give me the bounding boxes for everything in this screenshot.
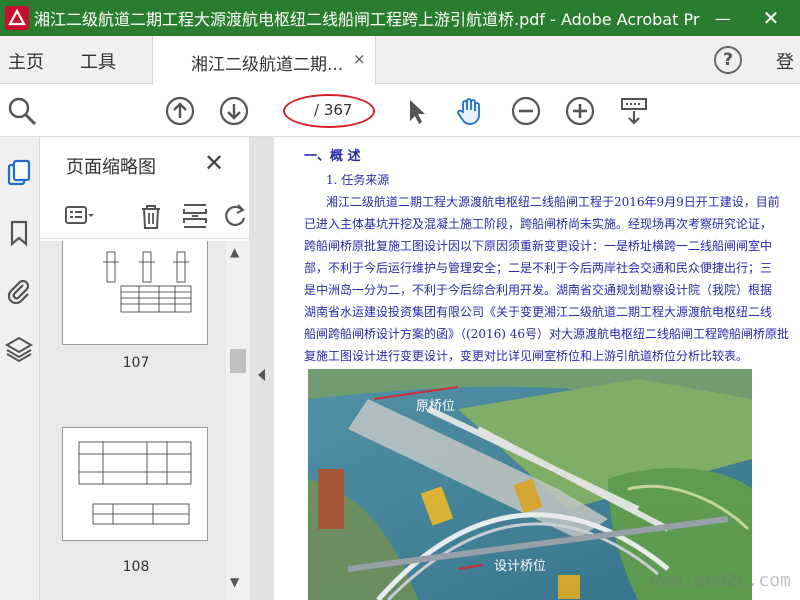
collapse-arrow-icon xyxy=(258,369,265,381)
minimize-button[interactable]: — xyxy=(700,0,746,36)
drawing-thumbnail-icon xyxy=(103,251,192,313)
left-navigation-rail xyxy=(0,137,40,600)
select-cursor-icon[interactable] xyxy=(400,95,432,127)
body-line: 复施工图设计进行变更设计，变更对比详见闸室桥位和上游引航道桥位分析比较表。 xyxy=(304,349,749,363)
thumbnail-list: 107 108 xyxy=(40,241,226,600)
thumbnail-page-number: 107 xyxy=(122,355,150,371)
original-bridge-label: 原桥位 xyxy=(416,399,456,414)
body-line: 船闸跨船闸桥设计方案的函》（(2016) 46号）对大源渡航电枢纽二线船闸工程跨… xyxy=(304,327,789,341)
previous-page-icon[interactable] xyxy=(164,95,196,127)
attachment-icon[interactable] xyxy=(5,277,33,305)
title-bar: 湘江二级航道二期工程大源渡航电枢纽二线船闸工程跨上游引航道桥.pdf - Ado… xyxy=(0,0,800,36)
toolbar: / 367 xyxy=(0,85,800,137)
document-tab-label: 湘江二级航道二期... xyxy=(191,55,344,75)
scroll-down-icon[interactable]: ▼ xyxy=(230,575,239,589)
thumbnail-toolbar xyxy=(40,193,250,239)
body-line: 湘江二级航道二期工程大源渡航电枢纽二线船闸工程于2016年9月9日开工建设，目前 xyxy=(326,195,780,209)
body-line: 已进入主体基坑开挖及混凝土施工阶段，跨船闸桥尚未实施。经现场再次考察研究论证， xyxy=(304,217,773,231)
design-bridge-label: 设计桥位 xyxy=(494,559,547,574)
window-title: 湘江二级航道二期工程大源渡航电枢纽二线船闸工程跨上游引航道桥.pdf - Ado… xyxy=(34,10,700,29)
thumbnail-panel-close-button[interactable]: ✕ xyxy=(204,149,224,177)
document-view: 一、概 述 1. 任务来源 湘江二级航道二期工程大源渡航电枢纽二线船闸工程于20… xyxy=(274,137,800,600)
body-line: 是中洲岛一分为二，不利于今后综合利用开发。湖南省交通规划勘察设计院（我院）根据 xyxy=(304,283,773,297)
close-window-button[interactable]: ✕ xyxy=(748,0,794,36)
menu-tab-row: 主页 工具 湘江二级航道二期... × ? 登 xyxy=(0,36,800,85)
page-thumbnails-icon[interactable] xyxy=(5,159,33,187)
thumbnail-page-108[interactable] xyxy=(62,427,208,541)
signin-button[interactable]: 登 xyxy=(776,48,794,74)
thumbnail-options-icon[interactable] xyxy=(64,201,94,231)
sub-heading: 1. 任务来源 xyxy=(326,173,390,187)
zoom-in-icon[interactable] xyxy=(564,95,596,127)
menu-tools[interactable]: 工具 xyxy=(80,48,116,74)
thumbnail-scrollbar[interactable]: ▲ ▼ xyxy=(226,241,250,600)
body-line: 跨船闸桥原批复施工图设计因以下原因须重新变更设计：一是桥址横跨一二线船闸闸室中 xyxy=(304,239,773,253)
thumbnail-page-107[interactable] xyxy=(62,241,208,345)
page-number-highlight-annotation xyxy=(283,94,375,128)
panel-collapse-handle[interactable] xyxy=(250,137,274,600)
scroll-mode-icon[interactable] xyxy=(618,95,650,127)
delete-page-icon[interactable] xyxy=(136,201,166,231)
scroll-up-icon[interactable]: ▲ xyxy=(230,245,239,259)
bridge-aerial-figure: 原桥位 设计桥位 xyxy=(308,369,752,600)
document-tab[interactable]: 湘江二级航道二期... × xyxy=(152,36,376,85)
body-line: 湖南省水运建设投资集团有限公司《关于变更湘江二级航道二期工程大源渡航电枢纽二线 xyxy=(304,305,773,319)
thumbnail-panel-title: 页面缩略图 xyxy=(66,157,156,178)
bookmark-icon[interactable] xyxy=(5,219,33,247)
next-page-icon[interactable] xyxy=(218,95,250,127)
body-line: 部，不利于今后运行维护与管理安全；二是不利于今后两岸社会交通和民众便捷出行；三 xyxy=(304,261,773,275)
watermark-text: www.ecd2c.com xyxy=(650,570,791,591)
acrobat-logo-icon xyxy=(4,5,30,31)
insert-page-icon[interactable] xyxy=(180,201,210,231)
zoom-out-icon[interactable] xyxy=(510,95,542,127)
rotate-page-icon[interactable] xyxy=(220,201,250,231)
help-icon[interactable]: ? xyxy=(714,46,742,74)
section-heading: 一、概 述 xyxy=(304,149,361,164)
document-tab-close-button[interactable]: × xyxy=(353,50,366,68)
zoom-search-icon[interactable] xyxy=(6,95,38,127)
hand-tool-icon[interactable] xyxy=(454,95,486,127)
thumbnail-panel: 页面缩略图 ✕ 107 108 ▲ ▼ xyxy=(40,137,250,600)
thumbnail-page-number: 108 xyxy=(122,559,150,575)
drawing-thumbnail-icon xyxy=(78,441,192,525)
layers-icon[interactable] xyxy=(5,335,33,363)
menu-home[interactable]: 主页 xyxy=(8,48,44,74)
scrollbar-thumb[interactable] xyxy=(230,349,246,373)
